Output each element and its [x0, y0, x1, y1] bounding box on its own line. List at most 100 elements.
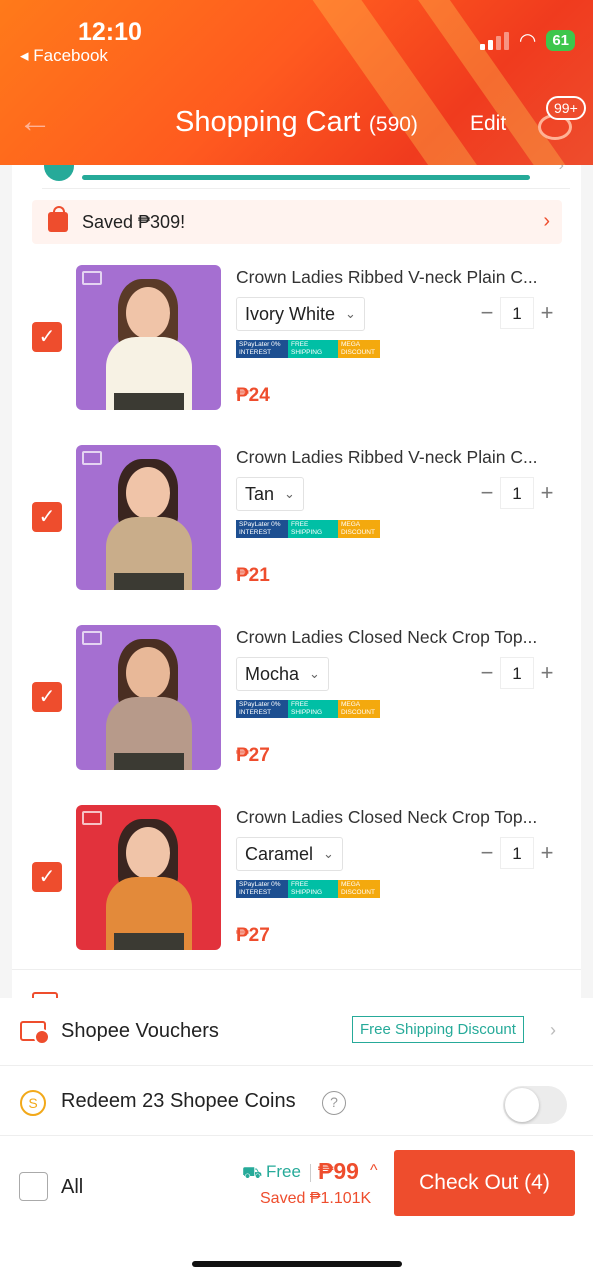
header: 12:10 ◂ Facebook ◠ 61 ← Shopping Cart (5… [0, 0, 593, 165]
chevron-up-icon[interactable]: ^ [370, 1162, 378, 1180]
shopee-vouchers-row[interactable]: Shopee Vouchers Free Shipping Discount › [0, 998, 593, 1066]
voucher-icon [20, 1021, 50, 1045]
total-price[interactable]: ₱99 [318, 1158, 359, 1185]
status-time: 12:10 [78, 18, 142, 46]
cart-item: ✓ Crown Ladies Closed Neck Crop Top... C… [12, 805, 581, 985]
free-shipping-badge: FREE SHIPPING [288, 340, 338, 358]
shopping-bag-icon [48, 206, 68, 232]
brand-logo-icon [82, 271, 102, 285]
page-title-text: Shopping Cart [175, 106, 361, 138]
variant-selector[interactable]: Ivory White ⌄ [236, 297, 365, 331]
promo-badges: SPayLater 0% INTEREST FREE SHIPPING MEGA… [236, 700, 380, 718]
toggle-knob [505, 1088, 539, 1122]
item-checkbox[interactable]: ✓ [32, 502, 62, 532]
mega-discount-badge: MEGA DISCOUNT [338, 340, 380, 358]
free-shipping-progress[interactable]: › [42, 165, 570, 189]
wifi-icon: ◠ [518, 29, 537, 52]
home-indicator [192, 1261, 402, 1267]
cart-list: › Saved ₱309! › ✓ Crown Ladies Ribbed V-… [12, 165, 581, 1000]
status-icons: ◠ 61 [479, 29, 575, 52]
variant-selector[interactable]: Tan ⌄ [236, 477, 304, 511]
free-shipping-badge: FREE SHIPPING [288, 520, 338, 538]
item-checkbox[interactable]: ✓ [32, 322, 62, 352]
mega-discount-badge: MEGA DISCOUNT [338, 880, 380, 898]
variant-label: Mocha [245, 663, 300, 684]
product-name[interactable]: Crown Ladies Ribbed V-neck Plain C... [236, 267, 566, 288]
quantity-value[interactable]: 1 [500, 297, 534, 329]
free-shipping-discount-tag: Free Shipping Discount [352, 1016, 524, 1043]
coins-label: Redeem 23 Shopee Coins [61, 1090, 296, 1112]
checkout-panel: Shopee Vouchers Free Shipping Discount ›… [0, 998, 593, 1280]
checkout-button[interactable]: Check Out (4) [394, 1150, 575, 1216]
chevron-right-icon: › [543, 210, 550, 232]
coin-icon: S [20, 1090, 46, 1116]
spaylater-badge: SPayLater 0% INTEREST [236, 340, 288, 358]
select-all-label[interactable]: All [61, 1176, 83, 1199]
shipping-progress-icon [44, 165, 74, 181]
saved-amount: Saved ₱1.101K [260, 1190, 372, 1207]
promo-badges: SPayLater 0% INTEREST FREE SHIPPING MEGA… [236, 520, 380, 538]
quantity-stepper: − 1 + [474, 837, 560, 869]
brand-logo-icon [82, 631, 102, 645]
shop-voucher-row[interactable] [12, 969, 581, 1000]
decrease-quantity-button[interactable]: − [474, 660, 500, 686]
divider [310, 1164, 311, 1182]
product-price: ₱27 [236, 925, 270, 946]
decrease-quantity-button[interactable]: − [474, 480, 500, 506]
coins-toggle[interactable] [503, 1086, 567, 1124]
product-image[interactable] [76, 445, 221, 590]
shipping-progress-bar [82, 175, 530, 180]
quantity-value[interactable]: 1 [500, 477, 534, 509]
signal-icon [479, 31, 509, 50]
free-shipping-badge: FREE SHIPPING [288, 700, 338, 718]
quantity-value[interactable]: 1 [500, 837, 534, 869]
increase-quantity-button[interactable]: + [534, 300, 560, 326]
spaylater-badge: SPayLater 0% INTEREST [236, 700, 288, 718]
item-checkbox[interactable]: ✓ [32, 862, 62, 892]
cart-item: ✓ Crown Ladies Ribbed V-neck Plain C... … [12, 445, 581, 625]
product-name[interactable]: Crown Ladies Closed Neck Crop Top... [236, 627, 566, 648]
quantity-value[interactable]: 1 [500, 657, 534, 689]
decrease-quantity-button[interactable]: − [474, 840, 500, 866]
brand-logo-icon [82, 811, 102, 825]
edit-button[interactable]: Edit [470, 112, 506, 136]
product-name[interactable]: Crown Ladies Ribbed V-neck Plain C... [236, 447, 566, 468]
variant-label: Ivory White [245, 303, 336, 324]
chevron-right-icon: › [558, 165, 564, 174]
back-to-app-link[interactable]: ◂ Facebook [20, 46, 108, 66]
variant-selector[interactable]: Mocha ⌄ [236, 657, 329, 691]
increase-quantity-button[interactable]: + [534, 660, 560, 686]
free-shipping-badge: FREE SHIPPING [288, 880, 338, 898]
variant-selector[interactable]: Caramel ⌄ [236, 837, 343, 871]
free-shipping-label: Free [266, 1162, 301, 1181]
quantity-stepper: − 1 + [474, 657, 560, 689]
variant-label: Caramel [245, 843, 314, 864]
chevron-down-icon: ⌄ [309, 666, 320, 681]
brand-logo-icon [82, 451, 102, 465]
checkout-bar: All ⛟ Free ₱99 ^ Saved ₱1.101K Check Out… [0, 1142, 593, 1222]
increase-quantity-button[interactable]: + [534, 480, 560, 506]
increase-quantity-button[interactable]: + [534, 840, 560, 866]
saved-banner[interactable]: Saved ₱309! › [32, 200, 562, 244]
product-image[interactable] [76, 625, 221, 770]
product-name[interactable]: Crown Ladies Closed Neck Crop Top... [236, 807, 566, 828]
spaylater-badge: SPayLater 0% INTEREST [236, 520, 288, 538]
chevron-right-icon: › [550, 1020, 556, 1040]
select-all-checkbox[interactable] [19, 1172, 48, 1201]
product-image[interactable] [76, 805, 221, 950]
promo-badges: SPayLater 0% INTEREST FREE SHIPPING MEGA… [236, 880, 380, 898]
chevron-down-icon: ⌄ [284, 486, 295, 501]
saved-banner-text: Saved ₱309! [82, 212, 186, 232]
chevron-down-icon: ⌄ [323, 846, 334, 861]
help-icon[interactable]: ? [322, 1091, 346, 1115]
product-image[interactable] [76, 265, 221, 410]
product-price: ₱21 [236, 565, 270, 586]
item-checkbox[interactable]: ✓ [32, 682, 62, 712]
mega-discount-badge: MEGA DISCOUNT [338, 520, 380, 538]
chat-badge: 99+ [546, 96, 586, 120]
shopee-coins-row: S Redeem 23 Shopee Coins ? [0, 1068, 593, 1136]
shopee-vouchers-label: Shopee Vouchers [61, 1020, 219, 1042]
chevron-down-icon: ⌄ [345, 306, 356, 321]
decrease-quantity-button[interactable]: − [474, 300, 500, 326]
mega-discount-badge: MEGA DISCOUNT [338, 700, 380, 718]
